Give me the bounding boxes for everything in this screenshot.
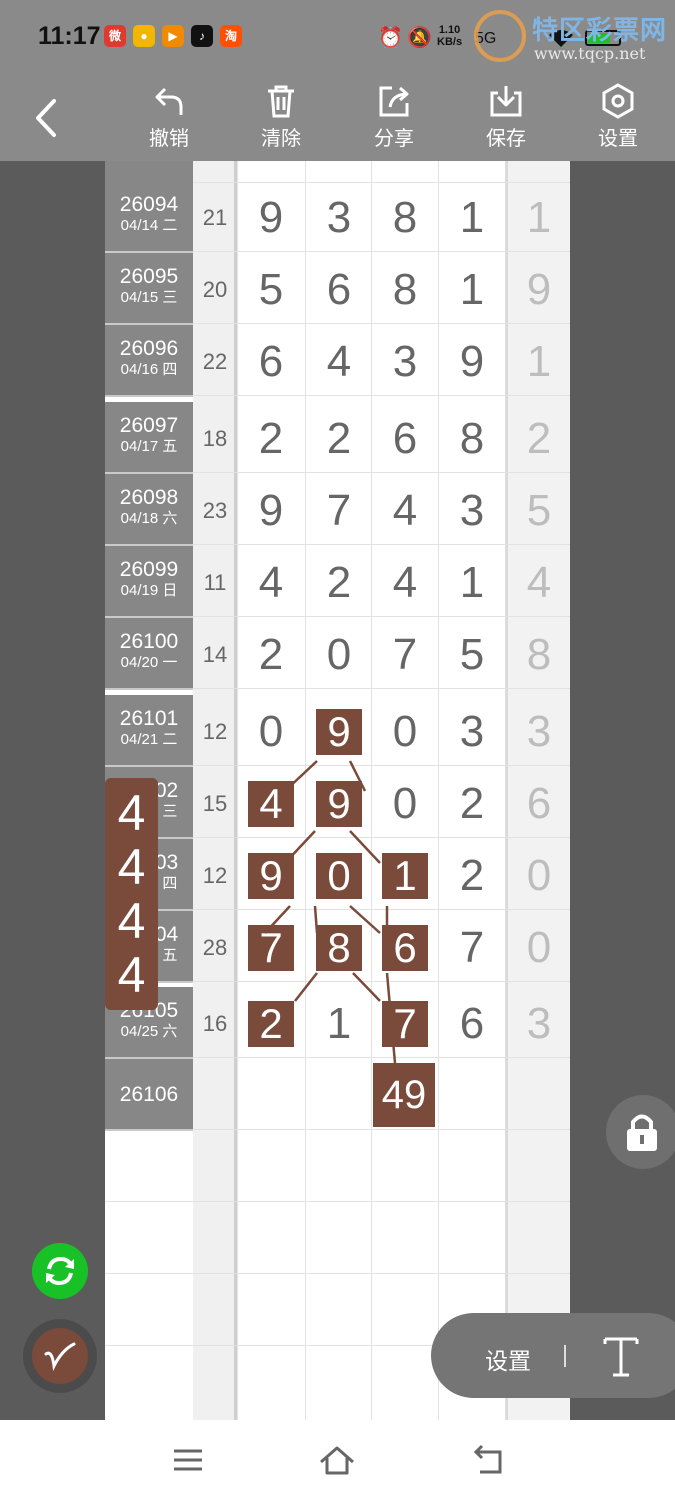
download-icon — [490, 86, 522, 117]
clear-label: 清除 — [261, 128, 301, 150]
save-button[interactable]: 保存 — [466, 81, 546, 157]
menu-icon — [174, 1449, 202, 1471]
side-digit: 4 — [117, 839, 146, 895]
connector-line — [352, 972, 381, 1002]
connector-lines — [264, 760, 397, 1064]
tiktok-app-icon: ♪ — [191, 25, 213, 47]
refresh-button[interactable] — [32, 1243, 88, 1299]
alarm-icon: ⏰ — [378, 27, 403, 49]
home-icon — [320, 1446, 354, 1475]
net-speed-value: 1.10 — [438, 24, 461, 36]
back-arrow-icon — [36, 99, 56, 137]
connector-line — [349, 905, 381, 934]
back-button[interactable] — [22, 95, 72, 141]
connector-line — [284, 760, 318, 792]
pill-divider — [564, 1345, 566, 1367]
side-digit-label: 4 4 4 4 — [105, 778, 158, 1010]
share-label: 分享 — [374, 128, 414, 150]
pen-color-swatch — [32, 1328, 88, 1384]
net-speed: 1.10 KB/s — [437, 24, 462, 48]
text-tool-button[interactable] — [591, 1327, 651, 1387]
connector-line — [349, 830, 381, 864]
video-app-icon: ▶ — [162, 25, 184, 47]
refresh-icon — [46, 1256, 74, 1286]
toolbar: 撤销 清除 分享 保存 设置 — [0, 75, 675, 161]
settings-button[interactable]: 设置 — [578, 81, 658, 157]
pen-stroke-icon — [44, 1342, 76, 1372]
trend-grid[interactable]: 04/132609404/14 二21938112609504/15 三2056… — [105, 161, 570, 1420]
undo-icon — [155, 87, 183, 115]
save-label: 保存 — [486, 128, 526, 150]
settings-label: 设置 — [598, 128, 638, 150]
result-box: 49 — [373, 1063, 435, 1127]
taobao-app-icon: 淘 — [220, 25, 242, 47]
trash-icon — [268, 85, 294, 118]
mute-bell-icon: 🔕 — [407, 27, 432, 49]
system-nav-bar — [0, 1420, 675, 1500]
return-icon — [473, 1444, 502, 1474]
undo-button[interactable]: 撤销 — [129, 81, 209, 157]
undo-label: 撤销 — [149, 128, 189, 150]
yellow-app-icon: ● — [133, 25, 155, 47]
text-tool-icon — [603, 1337, 639, 1377]
pen-button[interactable] — [23, 1319, 97, 1393]
lock-icon — [627, 1114, 657, 1151]
connector-line — [264, 905, 291, 934]
watermark-url: www.tqcp.net — [534, 44, 646, 63]
home-nav-button[interactable] — [317, 1440, 357, 1480]
side-digit: 4 — [117, 785, 146, 841]
connector-line — [348, 760, 367, 792]
watermark-title: 特区彩票网 — [532, 15, 668, 45]
status-bar: 11:17 微 ● ▶ ♪ 淘 ⏰ 🔕 1.10 KB/s 5G 特区彩票网 w… — [0, 0, 675, 75]
connector-line — [313, 905, 319, 934]
side-digit: 4 — [117, 947, 146, 1003]
weibo-app-icon: 微 — [104, 25, 126, 47]
back-nav-button[interactable] — [468, 1440, 508, 1480]
menu-nav-button[interactable] — [168, 1440, 208, 1480]
clear-button[interactable]: 清除 — [241, 81, 321, 157]
net-speed-unit: KB/s — [437, 36, 463, 48]
watermark-logo — [474, 10, 526, 62]
side-digit: 4 — [117, 893, 146, 949]
pill-settings-button[interactable]: 设置 — [485, 1342, 531, 1376]
right-margin — [570, 161, 675, 1420]
text-settings-pill: 设置 — [431, 1313, 675, 1398]
status-time: 11:17 — [38, 22, 101, 50]
connector-line — [294, 972, 318, 1002]
share-button[interactable]: 分享 — [354, 81, 434, 157]
connector-line — [385, 972, 397, 1064]
lock-button[interactable] — [606, 1095, 675, 1169]
share-icon — [379, 86, 409, 117]
settings-hexagon-icon — [602, 83, 634, 119]
connector-line — [284, 830, 316, 864]
